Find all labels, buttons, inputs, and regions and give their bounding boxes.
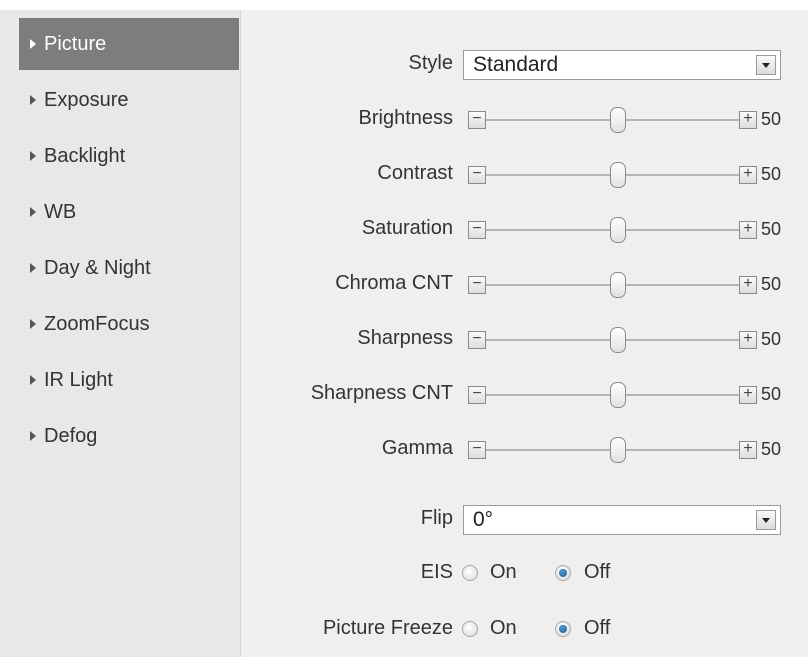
saturation-value: 50: [761, 219, 782, 239]
flip-select[interactable]: 0°: [463, 505, 781, 535]
sidebar-item-zoomfocus[interactable]: ZoomFocus: [19, 298, 239, 350]
caret-right-icon: [30, 431, 36, 441]
sidebar-item-label: ZoomFocus: [44, 312, 150, 335]
contrast-slider-handle[interactable]: [610, 162, 626, 188]
eis-off-label[interactable]: Off: [584, 561, 610, 584]
picture-freeze-on-radio[interactable]: [462, 621, 478, 637]
saturation-minus-button[interactable]: −: [468, 221, 486, 239]
picture-freeze-off-label[interactable]: Off: [584, 617, 610, 640]
sidebar-item-label: IR Light: [44, 368, 113, 391]
sharpness-cnt-slider-handle[interactable]: [610, 382, 626, 408]
caret-right-icon: [30, 39, 36, 49]
sidebar-item-wb[interactable]: WB: [19, 186, 239, 238]
brightness-plus-button[interactable]: +: [739, 111, 757, 129]
caret-right-icon: [30, 263, 36, 273]
chroma-cnt-minus-button[interactable]: −: [468, 276, 486, 294]
sidebar-item-picture[interactable]: Picture: [19, 18, 239, 70]
flip-label: Flip: [420, 507, 453, 529]
sidebar-item-label: Day & Night: [44, 256, 151, 279]
sidebar-item-ir-light[interactable]: IR Light: [19, 354, 239, 406]
sidebar-item-label: Exposure: [44, 88, 129, 111]
gamma-slider-handle[interactable]: [610, 437, 626, 463]
sidebar-item-defog[interactable]: Defog: [19, 410, 239, 462]
picture-freeze-on-label[interactable]: On: [490, 617, 517, 640]
gamma-value: 50: [761, 439, 782, 459]
gamma-plus-button[interactable]: +: [739, 441, 757, 459]
gamma-minus-button[interactable]: −: [468, 441, 486, 459]
sharpness-minus-button[interactable]: −: [468, 331, 486, 349]
brightness-minus-button[interactable]: −: [468, 111, 486, 129]
sidebar-item-exposure[interactable]: Exposure: [19, 74, 239, 126]
chroma-cnt-label: Chroma CNT: [335, 272, 453, 294]
saturation-slider-handle[interactable]: [610, 217, 626, 243]
top-strip: [0, 0, 808, 10]
sidebar-item-label: WB: [44, 200, 77, 223]
style-select-value: Standard: [473, 53, 559, 76]
sidebar-item-day-night[interactable]: Day & Night: [19, 242, 239, 294]
sharpness-value: 50: [761, 329, 782, 349]
chroma-cnt-plus-button[interactable]: +: [739, 276, 757, 294]
eis-on-radio[interactable]: [462, 565, 478, 581]
sharpness-cnt-plus-button[interactable]: +: [739, 386, 757, 404]
style-label: Style: [408, 52, 453, 74]
sharpness-label: Sharpness: [357, 327, 453, 349]
caret-right-icon: [30, 95, 36, 105]
caret-right-icon: [30, 207, 36, 217]
chroma-cnt-value: 50: [761, 274, 782, 294]
contrast-value: 50: [761, 164, 782, 184]
eis-off-radio[interactable]: [555, 565, 571, 581]
sharpness-cnt-label: Sharpness CNT: [310, 382, 453, 404]
dropdown-arrow-icon[interactable]: [756, 510, 776, 530]
picture-freeze-off-radio[interactable]: [555, 621, 571, 637]
sharpness-cnt-value: 50: [761, 384, 782, 404]
picture-freeze-label: Picture Freeze: [322, 617, 453, 639]
flip-select-value: 0°: [473, 508, 494, 531]
caret-right-icon: [30, 151, 36, 161]
dropdown-arrow-icon[interactable]: [756, 55, 776, 75]
sidebar-item-label: Backlight: [44, 144, 126, 167]
contrast-plus-button[interactable]: +: [739, 166, 757, 184]
gamma-label: Gamma: [381, 437, 453, 459]
sidebar-item-label: Picture: [44, 32, 107, 55]
sidebar: Picture Exposure Backlight WB Day & Nigh…: [0, 10, 241, 657]
caret-right-icon: [30, 375, 36, 385]
brightness-slider-handle[interactable]: [610, 107, 626, 133]
caret-right-icon: [30, 319, 36, 329]
sharpness-plus-button[interactable]: +: [739, 331, 757, 349]
chroma-cnt-slider-handle[interactable]: [610, 272, 626, 298]
brightness-label: Brightness: [358, 107, 454, 129]
brightness-value: 50: [761, 109, 782, 129]
sharpness-slider-handle[interactable]: [610, 327, 626, 353]
contrast-minus-button[interactable]: −: [468, 166, 486, 184]
sharpness-cnt-minus-button[interactable]: −: [468, 386, 486, 404]
contrast-label: Contrast: [377, 162, 453, 184]
saturation-label: Saturation: [361, 217, 453, 239]
sidebar-item-label: Defog: [44, 424, 98, 447]
style-select[interactable]: Standard: [463, 50, 781, 80]
eis-label: EIS: [420, 561, 453, 583]
eis-on-label[interactable]: On: [490, 561, 517, 584]
sidebar-item-backlight[interactable]: Backlight: [19, 130, 239, 182]
picture-settings-panel: Style Standard Brightness − + 50 Contras…: [241, 10, 808, 657]
saturation-plus-button[interactable]: +: [739, 221, 757, 239]
